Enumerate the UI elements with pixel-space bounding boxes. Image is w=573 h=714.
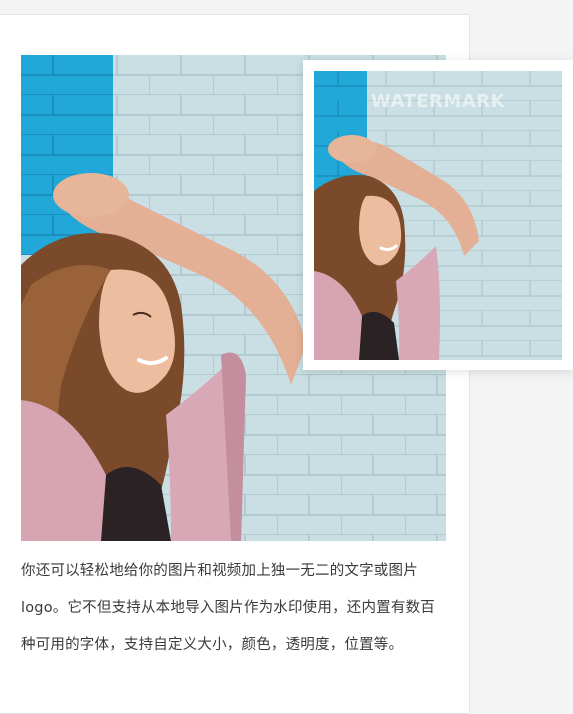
watermark-preview-card: WATERMARK xyxy=(303,60,573,370)
watermark-preview-image: WATERMARK xyxy=(314,71,562,360)
watermark-text: WATERMARK xyxy=(370,91,506,112)
feature-description: 你还可以轻松地给你的图片和视频加上独一无二的文字或图片logo。它不但支持从本地… xyxy=(21,563,435,653)
